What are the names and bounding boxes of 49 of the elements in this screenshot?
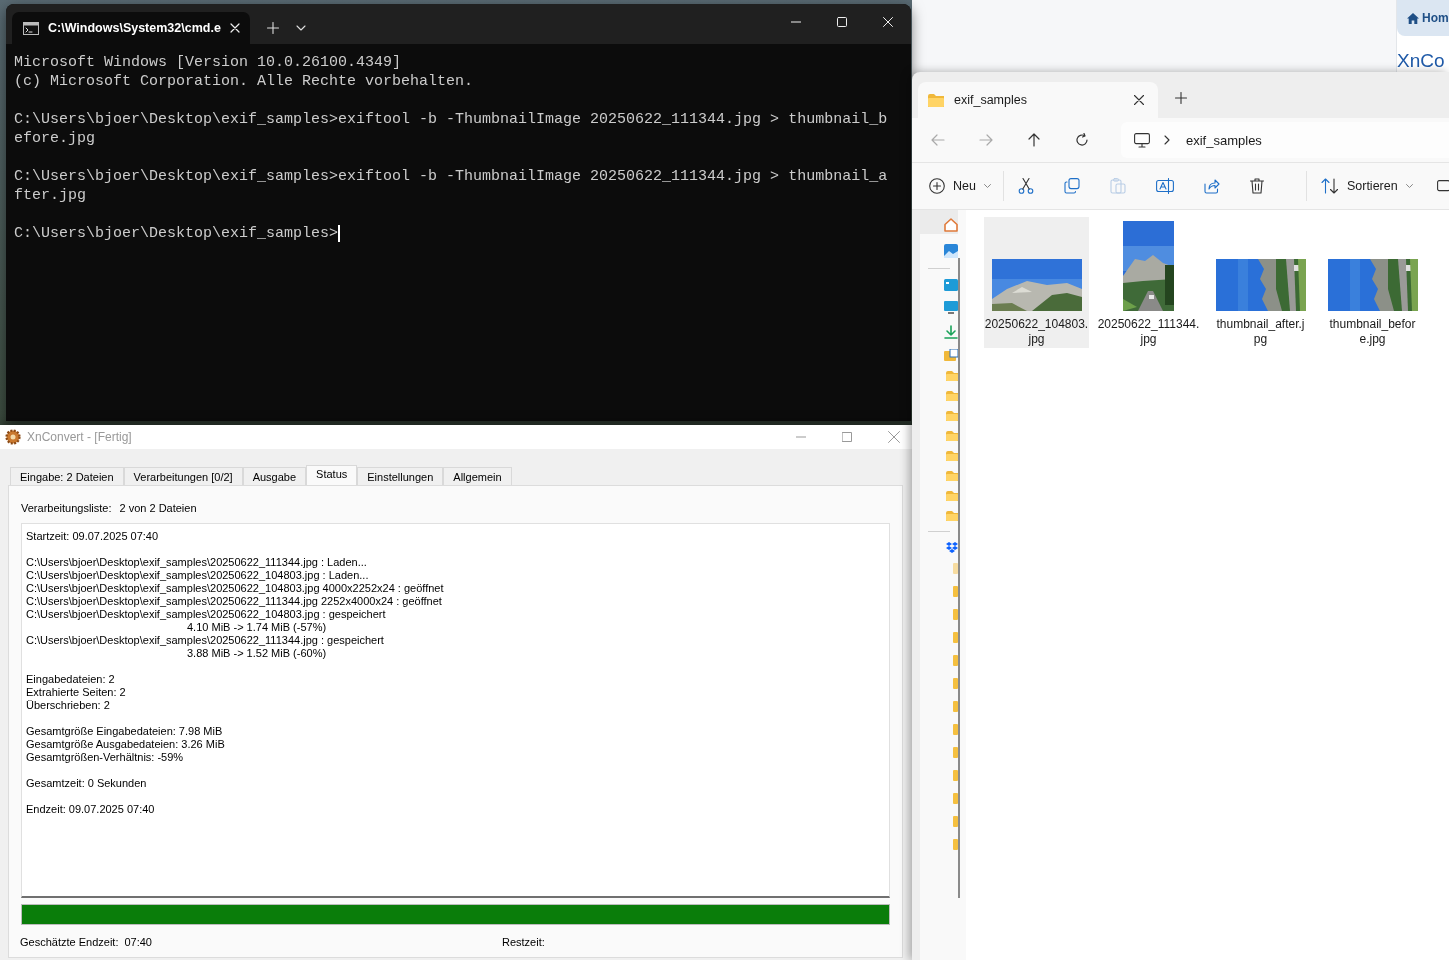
console-output: Microsoft Windows [Version 10.0.26100.4349] (c) Microsoft Corporation. Alle Rechte vorbehalten.	[14, 53, 475, 91]
log-line: Gesamtgröße Eingabedateien: 7.98 MiB	[26, 725, 224, 738]
log-line: 3.88 MiB -> 1.52 MiB (-60%)	[186, 647, 328, 660]
file-name: 20250622_111344. jpg	[1097, 317, 1200, 347]
log-line: Gesamtgröße Ausgabedateien: 3.26 MiB	[26, 738, 226, 751]
file-tile[interactable]: 20250622_111344. jpg	[1096, 217, 1201, 348]
log-line: Startzeit: 09.07.2025 07:40	[26, 530, 160, 543]
new-button[interactable]: Neu	[929, 178, 991, 194]
folder-tab[interactable]: exif_samples	[918, 82, 1158, 118]
log-line: C:\Users\bjoer\Desktop\exif_samples\20250622_104803.jpg : Laden...	[26, 569, 370, 582]
file-tile[interactable]: thumbnail_after.j pg	[1208, 217, 1313, 348]
breadcrumb[interactable]: exif_samples	[1186, 132, 1262, 148]
file-tile[interactable]: thumbnail_befor e.jpg	[1320, 217, 1425, 348]
remaining-label: Restzeit:	[502, 936, 545, 948]
list-value: 2 von 2 Dateien	[119, 502, 197, 514]
log-line: C:\Users\bjoer\Desktop\exif_samples\20250622_104803.jpg 4000x2252x24 : geöffnet	[26, 582, 445, 595]
tab[interactable]: Allgemein	[443, 467, 512, 485]
sort-button[interactable]: Sortieren	[1320, 178, 1413, 194]
file-tile[interactable]: 20250622_104803. jpg	[984, 217, 1089, 348]
tab[interactable]: Ausgabe	[242, 467, 307, 485]
address-bar[interactable]: exif_samples	[1121, 122, 1449, 158]
tab[interactable]: Verarbeitungen [0/2]	[123, 467, 243, 485]
home-tab[interactable]: Hom	[1397, 0, 1449, 36]
file-name: 20250622_104803. jpg	[984, 317, 1089, 347]
log-line: Endzeit: 09.07.2025 07:40	[26, 803, 156, 816]
estimated-end-value: 07:40	[124, 936, 152, 948]
log-line: Gesamtgrößen-Verhältnis: -59%	[26, 751, 185, 764]
log-line: Eingabedateien: 2	[26, 673, 116, 686]
terminal-tab[interactable]: C:\Windows\System32\cmd.e	[12, 12, 250, 44]
log-line: C:\Users\bjoer\Desktop\exif_samples\20250622_111344.jpg 2252x4000x24 : geöffnet	[26, 595, 443, 608]
estimated-end-label: Geschätzte Endzeit:	[20, 936, 119, 948]
log-line: 4.10 MiB -> 1.74 MiB (-57%)	[186, 621, 328, 634]
window-title: XnConvert - [Fertig]	[27, 430, 132, 444]
log-line: Extrahierte Seiten: 2	[26, 686, 127, 699]
log-line: C:\Users\bjoer\Desktop\exif_samples\20250622_104803.jpg : gespeichert	[26, 608, 387, 621]
command-prompt: C:\Users\bjoer\Desktop\exif_samples>	[14, 224, 339, 243]
tab[interactable]: Einstellungen	[357, 467, 444, 485]
list-label: Verarbeitungsliste:	[21, 502, 112, 514]
tab[interactable]: Status	[306, 465, 358, 485]
log-line: Gesamtzeit: 0 Sekunden	[26, 777, 148, 790]
file-name: thumbnail_after.j pg	[1216, 317, 1305, 347]
page-heading: XnCo	[1397, 50, 1446, 72]
file-name: thumbnail_befor e.jpg	[1329, 317, 1416, 347]
console-output: C:\Users\bjoer\Desktop\exif_samples>exiftool -b -ThumbnailImage 20250622_111344.jpg > thumbnail_a fter.jpg	[14, 167, 889, 205]
console-output: C:\Users\bjoer\Desktop\exif_samples>exiftool -b -ThumbnailImage 20250622_111344.jpg > thumbnail_b efore.jpg	[14, 110, 889, 148]
log-line: C:\Users\bjoer\Desktop\exif_samples\20250622_111344.jpg : Laden...	[26, 556, 368, 569]
log-line: C:\Users\bjoer\Desktop\exif_samples\20250622_111344.jpg : gespeichert	[26, 634, 385, 647]
tab[interactable]: Eingabe: 2 Dateien	[10, 467, 124, 485]
log-line: Überschrieben: 2	[26, 699, 111, 712]
